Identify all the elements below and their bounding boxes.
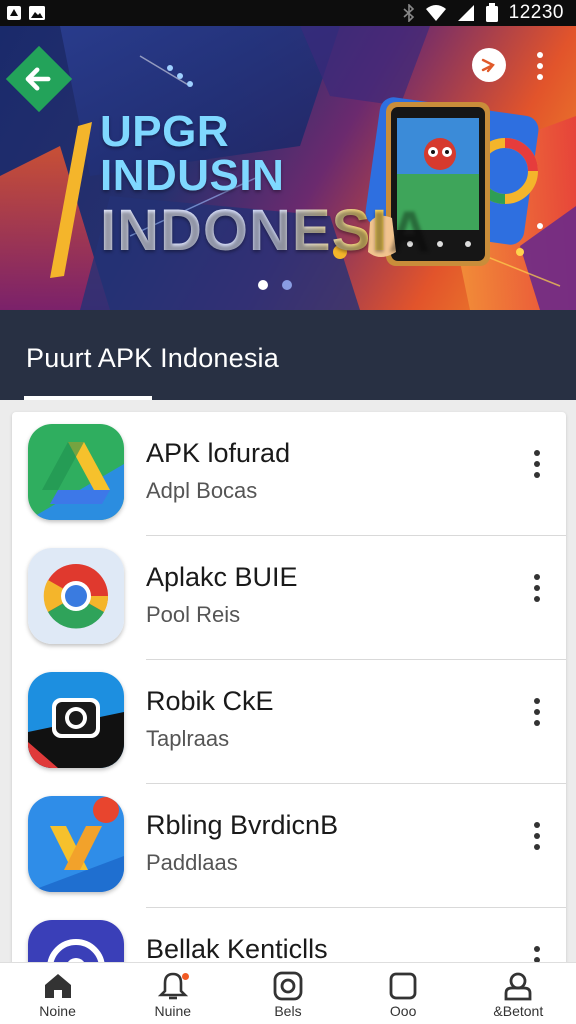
nav-label: Noine <box>39 1003 76 1019</box>
more-vert-icon[interactable] <box>520 442 554 486</box>
nav-notifications[interactable]: Nuine <box>115 963 230 1024</box>
square-icon <box>389 972 417 1000</box>
nav-ooo[interactable]: Ooo <box>346 963 461 1024</box>
image-icon <box>28 5 46 21</box>
bottom-navigation: Noine Nuine Bels Ooo &Betont <box>0 962 576 1024</box>
tab-indicator <box>24 396 152 400</box>
carousel-indicator[interactable] <box>258 280 292 290</box>
account-icon <box>504 972 532 1001</box>
nav-home[interactable]: Noine <box>0 963 115 1024</box>
app-name: Aplakc BUIE <box>146 562 298 592</box>
header-bar: Puurt APK Indonesia <box>0 310 576 400</box>
banner-more-button[interactable] <box>526 46 554 86</box>
pencil-app-icon <box>28 796 124 892</box>
more-vert-icon[interactable] <box>520 814 554 858</box>
more-vert-icon[interactable] <box>520 690 554 734</box>
share-icon <box>481 58 495 73</box>
arrow-left-icon <box>5 45 73 113</box>
nav-bels[interactable]: Bels <box>230 963 345 1024</box>
list-item[interactable]: Aplakc BUIE Pool Reis <box>12 536 566 660</box>
app-subtitle: Taplraas <box>146 726 230 751</box>
carousel-dot[interactable] <box>282 280 292 290</box>
page-title[interactable]: Puurt APK Indonesia <box>26 343 279 374</box>
nav-label: Bels <box>274 1003 302 1019</box>
app-name: Bellak Kenticlls <box>146 934 328 964</box>
banner-headline: UPGR INDUSIN INDONESIA <box>100 107 432 263</box>
status-time: 12230 <box>508 2 564 23</box>
promo-banner[interactable]: UPGR INDUSIN INDONESIA <box>0 26 576 310</box>
app-name: APK lofurad <box>146 438 291 468</box>
app-subtitle: Adpl Bocas <box>146 478 258 503</box>
nav-label: Ooo <box>389 1003 417 1019</box>
battery-icon <box>485 3 499 23</box>
nav-account[interactable]: &Betont <box>461 963 576 1024</box>
app-name: Robik CkE <box>146 686 274 716</box>
home-icon <box>44 974 71 998</box>
app-subtitle: Pool Reis <box>146 602 241 627</box>
more-vert-icon[interactable] <box>520 566 554 610</box>
banner-headline-line2: INDONESIA <box>100 198 432 263</box>
app-name: Rbling BvrdicnB <box>146 810 339 840</box>
list-item[interactable]: APK lofurad Adpl Bocas <box>12 412 566 536</box>
list-item[interactable]: Rbling BvrdicnB Paddlaas <box>12 784 566 908</box>
chrome-icon <box>28 548 124 644</box>
carousel-dot-active[interactable] <box>258 280 268 290</box>
nav-label: &Betont <box>493 1003 544 1019</box>
status-bar: 12230 <box>0 0 576 26</box>
drive-icon <box>28 424 124 520</box>
notification-icon <box>6 5 22 21</box>
banner-share-button[interactable] <box>472 48 506 82</box>
signal-icon <box>457 4 475 22</box>
banner-headline-line1: UPGR INDUSIN <box>100 107 285 200</box>
wifi-icon <box>425 4 447 22</box>
back-button[interactable] <box>4 44 74 114</box>
camera-icon <box>28 672 124 768</box>
list-item[interactable]: Robik CkE Taplraas <box>12 660 566 784</box>
app-subtitle: Paddlaas <box>146 850 238 875</box>
instagram-icon <box>273 971 303 1001</box>
bluetooth-icon <box>403 4 415 22</box>
nav-label: Nuine <box>154 1003 192 1019</box>
app-list: APK lofurad Adpl Bocas Aplakc BUIE Pool … <box>12 412 566 972</box>
more-vert-icon <box>537 52 543 58</box>
